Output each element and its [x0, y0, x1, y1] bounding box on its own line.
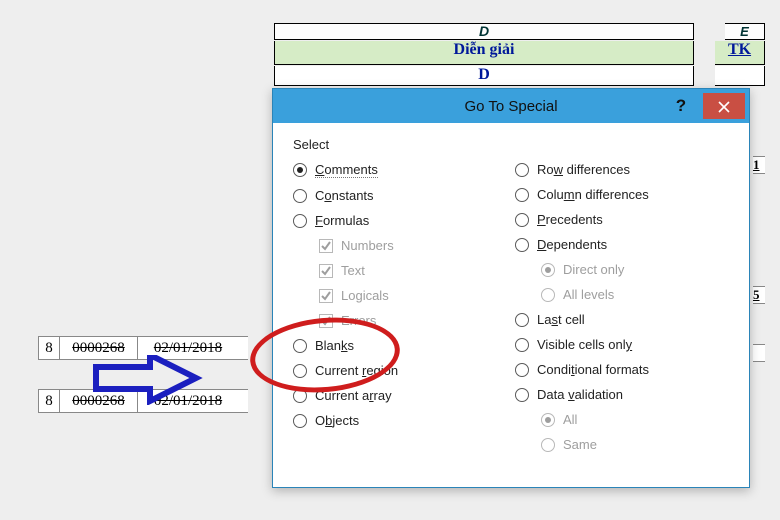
- check-label: Text: [341, 263, 365, 278]
- cell-subheader[interactable]: D: [274, 66, 694, 86]
- check-errors: Errors: [293, 311, 507, 330]
- radio-label: Blanks: [315, 338, 354, 353]
- cell-rowidx: 8: [38, 390, 60, 412]
- radio-comments[interactable]: Comments: [293, 160, 507, 180]
- cell-subheader-right[interactable]: [715, 66, 765, 86]
- cell-rowidx: 8: [38, 337, 60, 359]
- options-right-column: Row differences Column differences Prece…: [515, 160, 729, 454]
- radio-current-array[interactable]: Current array: [293, 386, 507, 405]
- peek-cell-2[interactable]: 5: [753, 286, 765, 304]
- radio-visible-cells[interactable]: Visible cells only: [515, 335, 729, 354]
- radio-icon: [541, 288, 555, 302]
- radio-dependents[interactable]: Dependents: [515, 235, 729, 254]
- checkbox-icon: [319, 289, 333, 303]
- radio-icon: [541, 263, 555, 277]
- radio-icon: [293, 214, 307, 228]
- radio-current-region[interactable]: Current region: [293, 361, 507, 380]
- peek-cell-1[interactable]: 1: [753, 156, 765, 174]
- radio-icon: [515, 363, 529, 377]
- radio-formulas[interactable]: Formulas: [293, 211, 507, 230]
- radio-icon: [293, 163, 307, 177]
- radio-label: Objects: [315, 413, 359, 428]
- radio-all-levels: All levels: [515, 285, 729, 304]
- cell-header-tk[interactable]: TK: [715, 41, 765, 65]
- radio-objects[interactable]: Objects: [293, 411, 507, 430]
- radio-row-diff[interactable]: Row differences: [515, 160, 729, 179]
- check-numbers: Numbers: [293, 236, 507, 255]
- check-label: Logicals: [341, 288, 389, 303]
- radio-data-validation[interactable]: Data validation: [515, 385, 729, 404]
- screenshot-canvas: D E Diễn giải TK D 1 5 8 0000268 02/01/2…: [0, 0, 780, 520]
- group-label: Select: [293, 137, 729, 152]
- help-button[interactable]: ?: [663, 93, 699, 119]
- arrow-annotation: [88, 355, 208, 405]
- radio-icon: [515, 188, 529, 202]
- radio-blanks[interactable]: Blanks: [293, 336, 507, 355]
- radio-label: Constants: [315, 188, 374, 203]
- radio-icon: [541, 438, 555, 452]
- checkbox-icon: [319, 239, 333, 253]
- cell-header-diengiai[interactable]: Diễn giải: [274, 41, 694, 65]
- check-label: Numbers: [341, 238, 394, 253]
- options-left-column: Comments Constants Formulas Numbers: [293, 160, 507, 454]
- radio-label: Column differences: [537, 187, 649, 202]
- radio-icon: [515, 238, 529, 252]
- radio-precedents[interactable]: Precedents: [515, 210, 729, 229]
- dialog-titlebar[interactable]: Go To Special ?: [273, 89, 749, 123]
- radio-label: Direct only: [563, 262, 624, 277]
- goto-special-dialog: Go To Special ? Select Comments Constant…: [272, 88, 750, 488]
- radio-icon: [293, 389, 307, 403]
- radio-icon: [515, 388, 529, 402]
- radio-label: Last cell: [537, 312, 585, 327]
- radio-direct-only: Direct only: [515, 260, 729, 279]
- radio-icon: [515, 313, 529, 327]
- radio-icon: [293, 339, 307, 353]
- dialog-title: Go To Special: [464, 98, 557, 115]
- radio-icon: [515, 338, 529, 352]
- col-header-e[interactable]: E: [725, 23, 765, 40]
- radio-last-cell[interactable]: Last cell: [515, 310, 729, 329]
- radio-label: Row differences: [537, 162, 630, 177]
- dialog-body: Select Comments Constants Formulas: [273, 123, 749, 454]
- radio-icon: [515, 213, 529, 227]
- radio-label: Precedents: [537, 212, 603, 227]
- check-label: Errors: [341, 313, 376, 328]
- close-button[interactable]: [703, 93, 745, 119]
- radio-label: Data validation: [537, 387, 623, 402]
- radio-same: Same: [515, 435, 729, 454]
- radio-label: Conditional formats: [537, 362, 649, 377]
- radio-label: Current array: [315, 388, 392, 403]
- radio-label: All levels: [563, 287, 614, 302]
- check-logicals: Logicals: [293, 286, 507, 305]
- radio-icon: [293, 189, 307, 203]
- radio-col-diff[interactable]: Column differences: [515, 185, 729, 204]
- peek-cell-3[interactable]: [753, 344, 765, 362]
- radio-all: All: [515, 410, 729, 429]
- radio-label: Dependents: [537, 237, 607, 252]
- radio-label: Current region: [315, 363, 398, 378]
- close-icon: [718, 101, 730, 113]
- radio-label: Formulas: [315, 213, 369, 228]
- radio-constants[interactable]: Constants: [293, 186, 507, 205]
- radio-label: Same: [563, 437, 597, 452]
- radio-label: All: [563, 412, 577, 427]
- radio-cond-formats[interactable]: Conditional formats: [515, 360, 729, 379]
- radio-icon: [293, 364, 307, 378]
- col-header-d[interactable]: D: [274, 23, 694, 40]
- radio-icon: [515, 163, 529, 177]
- check-text: Text: [293, 261, 507, 280]
- radio-icon: [293, 414, 307, 428]
- radio-label: Visible cells only: [537, 337, 632, 352]
- checkbox-icon: [319, 314, 333, 328]
- checkbox-icon: [319, 264, 333, 278]
- radio-icon: [541, 413, 555, 427]
